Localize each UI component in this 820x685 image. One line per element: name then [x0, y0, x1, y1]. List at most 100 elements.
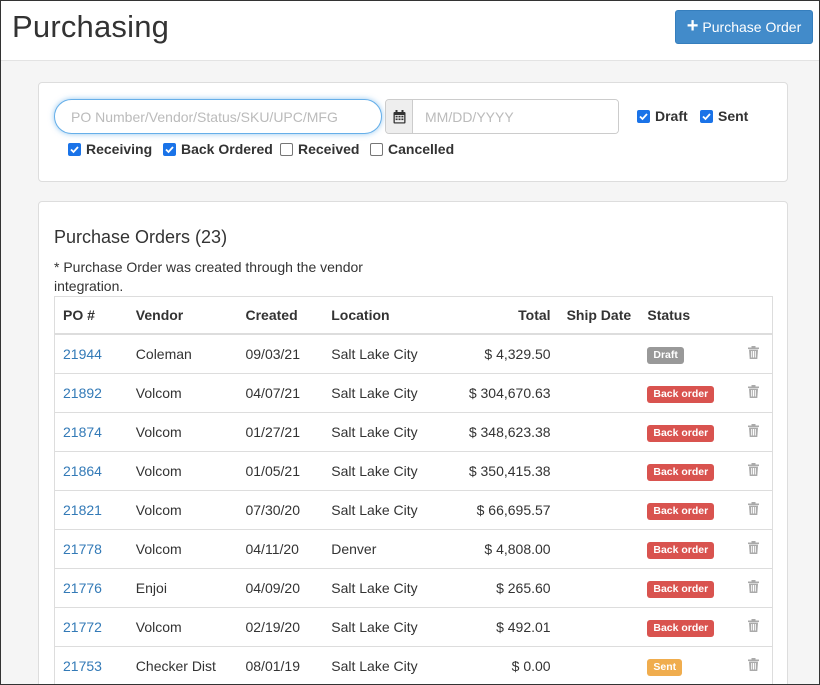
cell-location: Salt Lake City	[331, 424, 418, 440]
cell-location: Salt Lake City	[331, 385, 418, 401]
column-header-po[interactable]: PO #	[55, 307, 128, 323]
delete-button[interactable]	[734, 580, 772, 596]
cell-created: 04/11/20	[245, 541, 299, 557]
cell-vendor: Volcom	[135, 541, 182, 557]
table-row[interactable]: 21821 Volcom 07/30/20 Salt Lake City $ 66,69…	[55, 491, 772, 530]
table-row[interactable]: 21772 Volcom 02/19/20 Salt Lake City $ 492.0…	[55, 608, 772, 647]
column-header-location[interactable]: Location	[323, 307, 438, 323]
checkbox-receiving-box[interactable]	[68, 142, 81, 156]
trash-icon	[747, 502, 759, 518]
cell-total: $ 304,670.63	[468, 385, 551, 401]
checkbox-cancelled[interactable]: Cancelled	[370, 141, 454, 157]
delete-button[interactable]	[734, 424, 772, 440]
po-link[interactable]: 21864	[63, 463, 102, 479]
cell-created: 01/27/21	[245, 424, 300, 440]
po-link[interactable]: 21821	[63, 502, 102, 518]
table-row[interactable]: 21753 Checker Dist 08/01/19 Salt Lake City $…	[55, 647, 772, 684]
checkbox-received[interactable]: Received	[280, 141, 359, 157]
po-link[interactable]: 21778	[63, 541, 102, 557]
delete-button[interactable]	[734, 541, 772, 557]
cell-location: Denver	[331, 541, 377, 557]
checkbox-back-ordered-label: Back Ordered	[181, 141, 273, 157]
cell-po: 21821	[55, 502, 128, 518]
integration-note: * Purchase Order was created through the…	[54, 259, 363, 294]
checkbox-sent-box[interactable]	[700, 109, 713, 123]
table-row[interactable]: 21944 Coleman 09/03/21 Salt Lake City $ 4,32…	[55, 335, 772, 374]
po-link[interactable]: 21772	[63, 619, 102, 635]
purchase-orders-panel: Purchase Orders (23) * Purchase Order wa…	[38, 201, 788, 684]
column-header-vendor[interactable]: Vendor	[128, 307, 238, 323]
cell-po: 21944	[55, 346, 128, 362]
cell-po: 21776	[55, 580, 128, 596]
column-header-ship-date[interactable]: Ship Date	[551, 307, 640, 323]
checkbox-back-ordered-box[interactable]	[163, 142, 176, 156]
checkbox-received-box[interactable]	[280, 142, 293, 156]
checkbox-sent[interactable]: Sent	[700, 108, 748, 124]
add-purchase-order-label: Purchase Order	[702, 19, 802, 35]
table-row[interactable]: 21892 Volcom 04/07/21 Salt Lake City $ 304,6…	[55, 374, 772, 413]
cell-vendor: Enjoi	[135, 580, 167, 596]
trash-icon	[747, 580, 759, 596]
cell-status: Back order	[639, 540, 734, 559]
column-header-total[interactable]: Total	[438, 307, 550, 323]
table-row[interactable]: 21776 Enjoi 04/09/20 Salt Lake City $ 265.60…	[55, 569, 772, 608]
delete-button[interactable]	[734, 463, 772, 479]
status-badge: Back order	[647, 463, 715, 481]
po-link[interactable]: 21753	[63, 658, 102, 674]
cell-po: 21772	[55, 619, 128, 635]
trash-icon	[747, 463, 759, 479]
delete-button[interactable]	[734, 658, 772, 674]
trash-icon	[747, 619, 759, 635]
checkbox-draft-label: Draft	[655, 108, 688, 124]
cell-vendor: Coleman	[135, 346, 192, 362]
checkbox-back-ordered[interactable]: Back Ordered	[163, 141, 273, 157]
checkbox-received-label: Received	[298, 141, 360, 157]
po-link[interactable]: 21892	[63, 385, 102, 401]
cell-created: 04/07/21	[245, 385, 300, 401]
checkbox-receiving[interactable]: Receiving	[68, 141, 152, 157]
delete-button[interactable]	[734, 619, 772, 635]
page-title: Purchasing	[12, 9, 170, 44]
cell-status: Back order	[639, 501, 734, 520]
status-badge: Back order	[647, 541, 715, 559]
cell-status: Back order	[639, 462, 734, 481]
delete-button[interactable]	[734, 346, 772, 362]
po-link[interactable]: 21776	[63, 580, 102, 596]
cell-vendor: Volcom	[135, 619, 182, 635]
cell-total: $ 265.60	[496, 580, 551, 596]
table-row[interactable]: 21864 Volcom 01/05/21 Salt Lake City $ 350,4…	[55, 452, 772, 491]
po-link[interactable]: 21874	[63, 424, 102, 440]
column-header-status[interactable]: Status	[639, 307, 734, 323]
status-badge: Back order	[647, 502, 715, 520]
cell-vendor: Checker Dist	[135, 658, 216, 674]
calendar-button[interactable]	[386, 100, 413, 133]
date-input[interactable]	[413, 100, 618, 133]
checkbox-cancelled-box[interactable]	[370, 142, 383, 156]
delete-button[interactable]	[734, 385, 772, 401]
cell-vendor: Volcom	[135, 424, 182, 440]
cell-created: 09/03/21	[245, 346, 300, 362]
add-purchase-order-button[interactable]: + Purchase Order	[675, 10, 813, 44]
cell-location: Salt Lake City	[331, 619, 418, 635]
top-bar: Purchasing + Purchase Order	[1, 1, 819, 61]
column-header-created[interactable]: Created	[237, 307, 323, 323]
cell-location: Salt Lake City	[331, 463, 418, 479]
table-header: PO # Vendor Created Location Total Ship …	[55, 297, 772, 335]
status-badge: Back order	[647, 580, 715, 598]
checkbox-draft-box[interactable]	[637, 109, 650, 123]
search-input[interactable]	[54, 99, 382, 134]
checkbox-draft[interactable]: Draft	[637, 108, 688, 124]
po-link[interactable]: 21944	[63, 346, 102, 362]
cell-created: 01/05/21	[245, 463, 300, 479]
app-window: Purchasing + Purchase Order PO Number/Ve…	[0, 0, 820, 685]
status-badge: Draft	[647, 346, 684, 364]
delete-button[interactable]	[734, 502, 772, 518]
table-row[interactable]: 21778 Volcom 04/11/20 Denver $ 4,808.00 Back …	[55, 530, 772, 569]
cell-status: Back order	[639, 579, 734, 598]
cell-status: Draft	[639, 345, 734, 364]
checkbox-receiving-label: Receiving	[86, 141, 153, 157]
table-row[interactable]: 21874 Volcom 01/27/21 Salt Lake City $ 348,6…	[55, 413, 772, 452]
cell-total: $ 4,329.50	[484, 346, 551, 362]
cell-created: 04/09/20	[245, 580, 300, 596]
table-body: 21944 Coleman 09/03/21 Salt Lake City $ 4,32…	[55, 335, 772, 684]
